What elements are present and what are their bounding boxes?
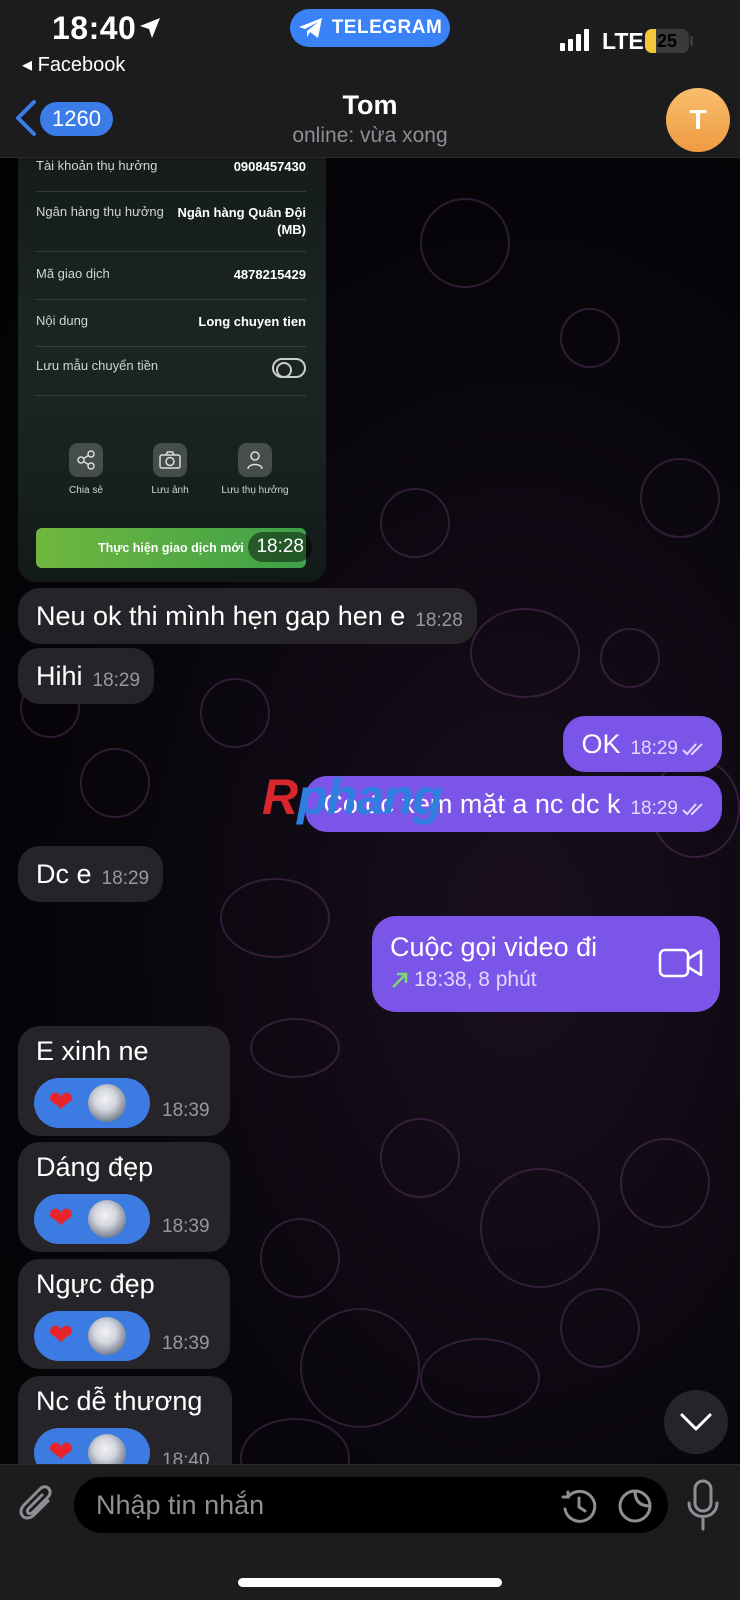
chat-header: 1260 Tom online: vừa xong T <box>0 80 740 158</box>
message-text: E xinh ne <box>36 1036 149 1066</box>
incoming-message-with-reaction[interactable]: E xinh ne ❤ 18:39 <box>18 1026 230 1136</box>
camera-icon <box>153 443 187 477</box>
chat-title[interactable]: Tom <box>0 90 740 121</box>
receipt-row-value: Long chuyen tien <box>198 314 306 329</box>
reactor-avatar <box>88 1200 126 1238</box>
transfer-receipt-image[interactable]: Tài khoản thụ hưởng 0908457430 Ngân hàng… <box>18 158 326 582</box>
receipt-row: Lưu mẫu chuyển tiền <box>36 358 306 396</box>
message-text: Dáng đẹp <box>36 1152 154 1182</box>
reactor-avatar <box>88 1317 126 1355</box>
telegram-icon <box>298 18 322 38</box>
call-title: Cuộc gọi video đi <box>390 932 598 962</box>
message-text: Neu ok thi mình hẹn gap hen e <box>36 600 406 631</box>
message-time: 18:39 <box>162 1216 210 1237</box>
battery-icon: 25 <box>645 29 689 53</box>
receipt-row: Ngân hàng thụ hưởng Ngân hàng Quân Đội (… <box>36 204 306 252</box>
receipt-row-label: Lưu mẫu chuyển tiền <box>36 358 159 373</box>
scroll-to-bottom-button[interactable] <box>664 1390 728 1454</box>
battery-cap <box>690 36 693 46</box>
receipt-row-label: Mã giao dịch <box>36 266 110 281</box>
receipt-row-label: Nội dung <box>36 313 89 328</box>
heart-reaction-icon: ❤ <box>48 1086 74 1119</box>
message-text: Hihi <box>36 660 83 691</box>
message-text: Dc e <box>36 858 92 889</box>
receipt-action-save-beneficiary: Lưu thụ hưởng <box>215 443 295 496</box>
incoming-message[interactable]: Hihi 18:29 <box>18 648 155 704</box>
video-camera-icon[interactable] <box>658 946 704 980</box>
message-time: 18:39 <box>162 1100 210 1121</box>
message-time: 18:29 <box>630 738 678 759</box>
receipt-action-share: Chia sẻ <box>46 443 126 496</box>
message-time: 18:29 <box>101 868 150 889</box>
call-detail: 18:38, 8 phút <box>390 968 537 992</box>
heart-reaction-icon: ❤ <box>48 1202 74 1235</box>
outgoing-message[interactable]: OK 18:29 <box>563 716 722 772</box>
read-checkmarks-icon <box>682 743 703 756</box>
share-icon <box>69 443 103 477</box>
scheduled-timer-icon[interactable] <box>560 1487 598 1525</box>
chat-status: online: vừa xong <box>292 124 448 147</box>
message-time: 18:39 <box>162 1333 210 1354</box>
person-icon <box>238 443 272 477</box>
network-type: LTE <box>602 28 644 54</box>
paperclip-icon[interactable] <box>18 1483 58 1527</box>
watermark-text: phang <box>297 769 443 825</box>
chevron-down-icon <box>680 1413 712 1431</box>
receipt-row-label: Ngân hàng thụ hưởng <box>36 204 164 219</box>
video-call-message[interactable]: Cuộc gọi video đi 18:38, 8 phút <box>372 916 720 1012</box>
reactor-avatar <box>88 1084 126 1122</box>
outgoing-arrow-icon <box>392 972 408 988</box>
status-bar: 18:40 ◂ Facebook TELEGRAM LTE 25 <box>0 0 740 80</box>
sticker-icon[interactable] <box>616 1487 654 1525</box>
incoming-message[interactable]: Dc e 18:29 <box>18 846 164 902</box>
save-template-toggle <box>272 358 306 378</box>
receipt-row-value: 4878215429 <box>233 267 306 282</box>
incoming-message-with-reaction[interactable]: Ngực đẹp ❤ 18:39 <box>18 1259 230 1369</box>
message-time: 18:29 <box>630 798 678 819</box>
read-checkmarks-icon <box>682 803 703 816</box>
message-time: 18:28 <box>248 532 312 562</box>
incoming-message-with-reaction[interactable]: Dáng đẹp ❤ 18:39 <box>18 1142 230 1252</box>
receipt-row-value: Ngân hàng Quân Đội (MB) <box>177 205 306 237</box>
incoming-message[interactable]: Neu ok thi mình hẹn gap hen e 18:28 <box>18 588 477 644</box>
message-time: 18:29 <box>92 670 141 691</box>
message-text: Ngực đẹp <box>36 1269 155 1299</box>
receipt-row-label: Tài khoản thụ hưởng <box>36 158 158 173</box>
receipt-action-save-image: Lưu ảnh <box>130 443 210 496</box>
message-text: OK <box>581 728 621 759</box>
battery-percent: 25 <box>656 30 678 51</box>
back-to-app-link[interactable]: ◂ Facebook <box>22 52 125 77</box>
home-indicator[interactable] <box>238 1578 502 1587</box>
location-arrow-icon <box>140 18 160 38</box>
receipt-row: Tài khoản thụ hưởng 0908457430 <box>36 158 306 192</box>
receipt-row-value: 0908457430 <box>233 159 306 174</box>
watermark: Rphang <box>262 768 443 826</box>
receipt-row: Nội dung Long chuyen tien <box>36 313 306 347</box>
contact-avatar[interactable]: T <box>666 88 730 152</box>
telegram-pill[interactable]: TELEGRAM <box>290 9 450 47</box>
status-time: 18:40 <box>52 10 137 46</box>
cellular-signal-icon <box>560 29 589 51</box>
receipt-action-label: Chia sẻ <box>69 485 103 496</box>
receipt-action-label: Lưu thụ hưởng <box>221 485 289 496</box>
heart-reaction-icon: ❤ <box>48 1319 74 1352</box>
watermark-r: R <box>262 769 298 825</box>
reaction-pill[interactable]: ❤ <box>34 1311 150 1361</box>
message-text: Nc dễ thương <box>36 1386 203 1416</box>
microphone-icon[interactable] <box>686 1479 720 1531</box>
receipt-row: Mã giao dịch 4878215429 <box>36 266 306 300</box>
telegram-pill-label: TELEGRAM <box>331 17 443 38</box>
receipt-action-label: Lưu ảnh <box>151 485 189 496</box>
call-detail-text: 18:38, 8 phút <box>414 968 537 991</box>
message-time: 18:28 <box>415 610 463 631</box>
reaction-pill[interactable]: ❤ <box>34 1194 150 1244</box>
reaction-pill[interactable]: ❤ <box>34 1078 150 1128</box>
